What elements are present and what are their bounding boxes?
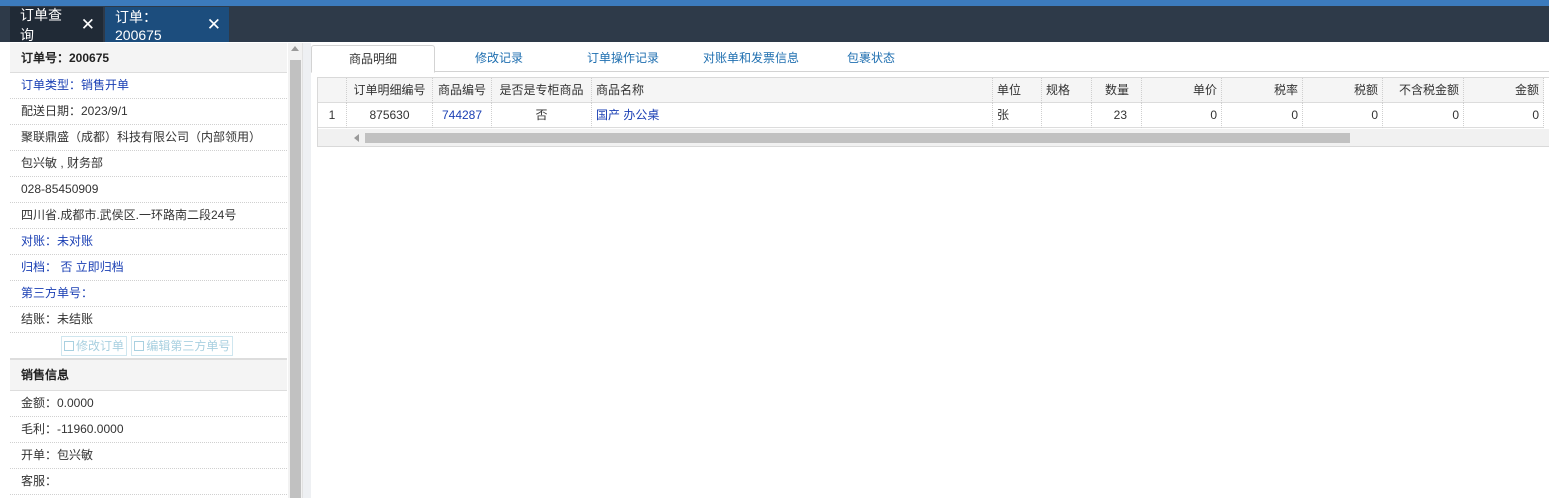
tab-label: 订单：200675 (115, 8, 162, 43)
edit-third-party-button[interactable]: 编辑第三方单号 (131, 335, 234, 356)
col-header[interactable]: 数量 (1092, 78, 1142, 103)
reconcile-status: 对账：未对账 (10, 229, 287, 255)
tax-amount-cell: 0 (1303, 103, 1383, 128)
detail-panel: 商品明细 修改记录 订单操作记录 对账单和发票信息 包裹状态 订单明细编号 商品… (311, 43, 1549, 498)
product-code-link[interactable]: 744287 (433, 103, 492, 128)
tab-label: 订单查询 (20, 6, 62, 43)
product-grid: 订单明细编号 商品编号 是否是专柜商品 商品名称 单位 规格 数量 单价 税率 … (317, 77, 1549, 147)
tab-statement-invoice[interactable]: 对账单和发票信息 (689, 45, 813, 72)
edit-order-label: 修改订单 (76, 338, 125, 353)
order-number: 订单号：200675 (10, 43, 287, 73)
close-icon[interactable]: ✕ (81, 15, 95, 35)
col-header (318, 78, 347, 103)
counter-product-cell: 否 (492, 103, 592, 128)
edit-third-party-label: 编辑第三方单号 (146, 338, 231, 353)
scroll-thumb[interactable] (365, 133, 1350, 143)
tab-change-log[interactable]: 修改记录 (447, 45, 551, 72)
archive-status[interactable]: 归档： 否 立即归档 (10, 255, 287, 281)
contact-person: 包兴敏 , 财务部 (10, 151, 287, 177)
row-number: 1 (318, 103, 347, 128)
col-header[interactable]: 金额 (1464, 78, 1544, 103)
detail-id-cell: 875630 (347, 103, 433, 128)
top-tab-bar: 订单查询 ✕ 订单：200675 ✕ (0, 6, 1549, 43)
scroll-thumb[interactable] (290, 60, 301, 498)
unit-price-cell: 0 (1142, 103, 1222, 128)
col-header[interactable]: 税率 (1222, 78, 1303, 103)
gross-profit: 毛利：-11960.0000 (10, 417, 287, 443)
col-header[interactable]: 订单明细编号 (347, 78, 433, 103)
settle-status: 结账：未结账 (10, 307, 287, 333)
grid-horizontal-scrollbar[interactable] (318, 129, 1549, 146)
delivery-date: 配送日期：2023/9/1 (10, 99, 287, 125)
tax-rate-cell: 0 (1222, 103, 1303, 128)
order-type: 订单类型：销售开单 (10, 73, 287, 99)
amount-cell: 0 (1464, 103, 1544, 128)
issuer: 开单：包兴敏 (10, 443, 287, 469)
order-info-panel: 订单号：200675 订单类型：销售开单 配送日期：2023/9/1 聚联鼎盛（… (10, 43, 287, 498)
third-party-number: 第三方单号： (10, 281, 287, 307)
tab-package-status[interactable]: 包裹状态 (829, 45, 913, 72)
edit-icon (134, 340, 145, 351)
product-name-link[interactable]: 国产 办公桌 (592, 103, 993, 128)
edit-icon (64, 340, 74, 351)
tab-product-detail[interactable]: 商品明细 (311, 45, 435, 73)
edit-order-button[interactable]: 修改订单 (61, 335, 128, 356)
col-header[interactable]: 是否是专柜商品 (492, 78, 592, 103)
action-buttons: 修改订单 编辑第三方单号 (10, 333, 287, 359)
col-header[interactable]: 商品编号 (433, 78, 492, 103)
sales-info-title: 销售信息 (10, 359, 287, 391)
address: 四川省.成都市.武侯区.一环路南二段24号 (10, 203, 287, 229)
col-header[interactable]: 规格 (1042, 78, 1092, 103)
spec-cell (1042, 103, 1092, 128)
col-header[interactable]: 商品名称 (592, 78, 993, 103)
detail-tabs: 商品明细 修改记录 订单操作记录 对账单和发票信息 包裹状态 (311, 43, 1549, 73)
panel-splitter[interactable] (302, 43, 311, 498)
net-amount-cell: 0 (1383, 103, 1464, 128)
sales-amount: 金额：0.0000 (10, 391, 287, 417)
col-header[interactable]: 单位 (993, 78, 1042, 103)
unit-cell: 张 (993, 103, 1042, 128)
grid-header: 订单明细编号 商品编号 是否是专柜商品 商品名称 单位 规格 数量 单价 税率 … (318, 78, 1544, 103)
col-header[interactable]: 不含税金额 (1383, 78, 1464, 103)
company-name: 聚联鼎盛（成都）科技有限公司（内部领用） (10, 125, 287, 151)
tab-order-query[interactable]: 订单查询 ✕ (10, 6, 103, 43)
scroll-left-icon[interactable] (354, 134, 359, 142)
left-panel-scrollbar[interactable] (288, 43, 302, 498)
table-row[interactable]: 1 875630 744287 否 国产 办公桌 张 23 0 0 0 0 0 (318, 103, 1544, 128)
customer-service: 客服： (10, 469, 287, 495)
quantity-cell: 23 (1092, 103, 1142, 128)
tab-order-detail[interactable]: 订单：200675 ✕ (105, 7, 229, 43)
col-header[interactable]: 单价 (1142, 78, 1222, 103)
tab-operation-log[interactable]: 订单操作记录 (565, 45, 681, 72)
scroll-up-icon[interactable] (291, 46, 299, 51)
close-icon[interactable]: ✕ (207, 15, 221, 35)
col-header[interactable]: 税额 (1303, 78, 1383, 103)
phone-number: 028-85450909 (10, 177, 287, 203)
